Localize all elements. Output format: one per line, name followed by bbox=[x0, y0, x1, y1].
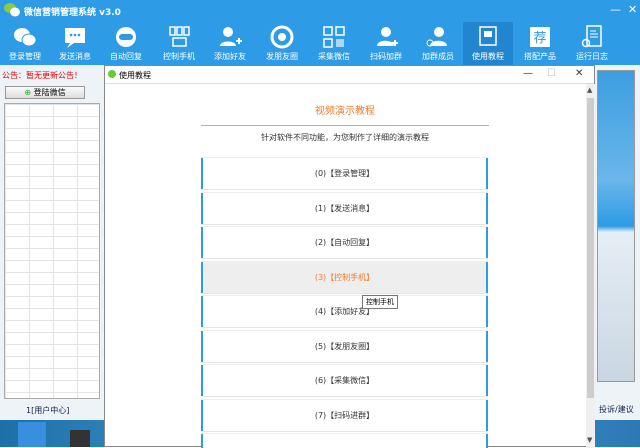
tutorial-item[interactable]: (2)【自动回复】 bbox=[201, 227, 488, 258]
devices-icon bbox=[169, 26, 190, 47]
group-add-icon bbox=[377, 27, 398, 46]
toolbar-label: 搭配产品 bbox=[524, 52, 556, 61]
toolbar-button-wechat[interactable]: 登录管理 bbox=[0, 22, 50, 65]
tutorial-item[interactable]: (5)【发朋友圈】 bbox=[201, 330, 488, 362]
tutorial-item[interactable]: (1)【发送消息】 bbox=[201, 192, 488, 224]
toolbar-button-group-add[interactable]: 扫码加群 bbox=[361, 22, 411, 65]
right-panel: 投诉/建议 bbox=[595, 65, 640, 420]
announcement: 公告：暂无更新公告！ bbox=[2, 71, 82, 80]
toolbar-label: 扫码加群 bbox=[370, 52, 402, 61]
toolbar-label: 自动回复 bbox=[110, 52, 142, 61]
group-members-icon bbox=[426, 27, 447, 47]
product-icon: 荐 bbox=[530, 27, 550, 47]
cloud-app-icon[interactable] bbox=[18, 422, 46, 447]
toolbar-button-robot[interactable]: 自动回复 bbox=[101, 22, 151, 65]
toolbar-button-product[interactable]: 荐搭配产品 bbox=[515, 22, 565, 65]
user-center-link[interactable]: 1[用户中心] bbox=[0, 404, 104, 417]
tutorial-item[interactable]: (7)【扫码进群】 bbox=[201, 399, 488, 431]
toolbar-label: 发送消息 bbox=[59, 52, 91, 61]
toolbar-button-qrcode[interactable]: 采集微信 bbox=[309, 22, 359, 65]
robot-icon bbox=[116, 27, 136, 47]
toolbar-label: 发朋友圈 bbox=[266, 52, 298, 61]
toolbar-button-group-members[interactable]: 加群成员 bbox=[413, 22, 463, 65]
toolbar-button-aperture[interactable]: 发朋友圈 bbox=[257, 22, 307, 65]
minimize-button[interactable]: — bbox=[610, 3, 621, 16]
dialog-title-bar: 使用教程 — ☐ ✕ bbox=[105, 66, 594, 84]
message-icon bbox=[65, 28, 85, 48]
tutorial-item[interactable]: (4)【添加好友】 bbox=[201, 296, 488, 327]
toolbar-button-devices[interactable]: 控制手机 bbox=[154, 22, 204, 65]
dialog-icon bbox=[108, 70, 116, 78]
dialog-maximize-button[interactable]: ☐ bbox=[547, 68, 556, 79]
toolbar-label: 运行日志 bbox=[576, 52, 608, 61]
tutorial-item[interactable]: (6)【采集微信】 bbox=[201, 365, 488, 396]
toolbar-button-log[interactable]: 运行日志 bbox=[567, 22, 617, 65]
tutorial-item[interactable]: (3)【控制手机】 bbox=[201, 261, 488, 293]
toolbar-button-tutorial[interactable]: 使用教程 bbox=[463, 22, 513, 65]
log-icon bbox=[581, 25, 602, 48]
login-label: 登陆微信 bbox=[33, 88, 66, 97]
tutorial-icon bbox=[479, 26, 497, 46]
app-title: 微信营销管理系统 v3.0 bbox=[24, 8, 121, 18]
scrollbar-thumb[interactable] bbox=[587, 98, 594, 398]
toolbar-label: 加群成员 bbox=[422, 52, 454, 61]
login-wechat-button[interactable]: ⊕ 登陆微信 bbox=[5, 86, 85, 99]
scroll-up-icon[interactable]: ▲ bbox=[587, 86, 592, 94]
tooltip: 控制手机 bbox=[362, 295, 398, 309]
aperture-icon bbox=[270, 25, 294, 49]
app-shortcut-icon[interactable] bbox=[70, 430, 90, 447]
toolbar: 登录管理 发送消息 自动回复 控制手机 添加好友 发朋友圈 采集微信 扫码加群 加群成员 使用教程… bbox=[0, 22, 640, 65]
tutorial-dialog: 使用教程 — ☐ ✕ 视频演示教程 针对软件不同功能，为您制作了详细的演示教程 … bbox=[104, 65, 595, 448]
tutorial-item[interactable] bbox=[201, 434, 488, 448]
tutorial-item[interactable]: (0)【登录管理】 bbox=[201, 158, 488, 189]
dialog-content: 视频演示教程 针对软件不同功能，为您制作了详细的演示教程 (0)【登录管理】 (1… bbox=[105, 84, 585, 448]
toolbar-button-add-user[interactable]: 添加好友 bbox=[205, 22, 255, 65]
dialog-close-button[interactable]: ✕ bbox=[575, 68, 583, 79]
scroll-down-icon[interactable]: ▼ bbox=[587, 436, 592, 444]
account-grid[interactable] bbox=[4, 103, 100, 399]
wechat-icon bbox=[14, 28, 37, 47]
toolbar-label: 登录管理 bbox=[9, 52, 41, 61]
qrcode-icon bbox=[323, 26, 345, 48]
toolbar-label: 使用教程 bbox=[472, 52, 504, 61]
feedback-link[interactable]: 投诉/建议 bbox=[599, 404, 634, 415]
promo-image bbox=[597, 70, 635, 382]
close-button[interactable]: ✕ bbox=[628, 3, 637, 16]
toolbar-label: 控制手机 bbox=[163, 52, 195, 61]
wechat-logo-icon bbox=[4, 3, 20, 17]
plus-icon: ⊕ bbox=[24, 88, 34, 97]
toolbar-label: 添加好友 bbox=[214, 52, 246, 61]
section-subtitle: 针对软件不同功能，为您制作了详细的演示教程 bbox=[261, 133, 429, 142]
toolbar-button-message[interactable]: 发送消息 bbox=[50, 22, 100, 65]
title-bar: 微信营销管理系统 v3.0 — ✕ bbox=[0, 0, 640, 22]
dialog-minimize-button[interactable]: — bbox=[523, 68, 533, 79]
toolbar-label: 采集微信 bbox=[318, 52, 350, 61]
dialog-title: 使用教程 bbox=[119, 71, 151, 80]
section-heading: 视频演示教程 bbox=[201, 102, 489, 126]
left-panel: 公告：暂无更新公告！ ⊕ 登陆微信 1[用户中心] bbox=[0, 65, 104, 420]
scrollbar[interactable]: ▲ ▼ bbox=[586, 84, 595, 448]
svg-text:荐: 荐 bbox=[533, 31, 546, 46]
add-user-icon bbox=[220, 27, 242, 46]
